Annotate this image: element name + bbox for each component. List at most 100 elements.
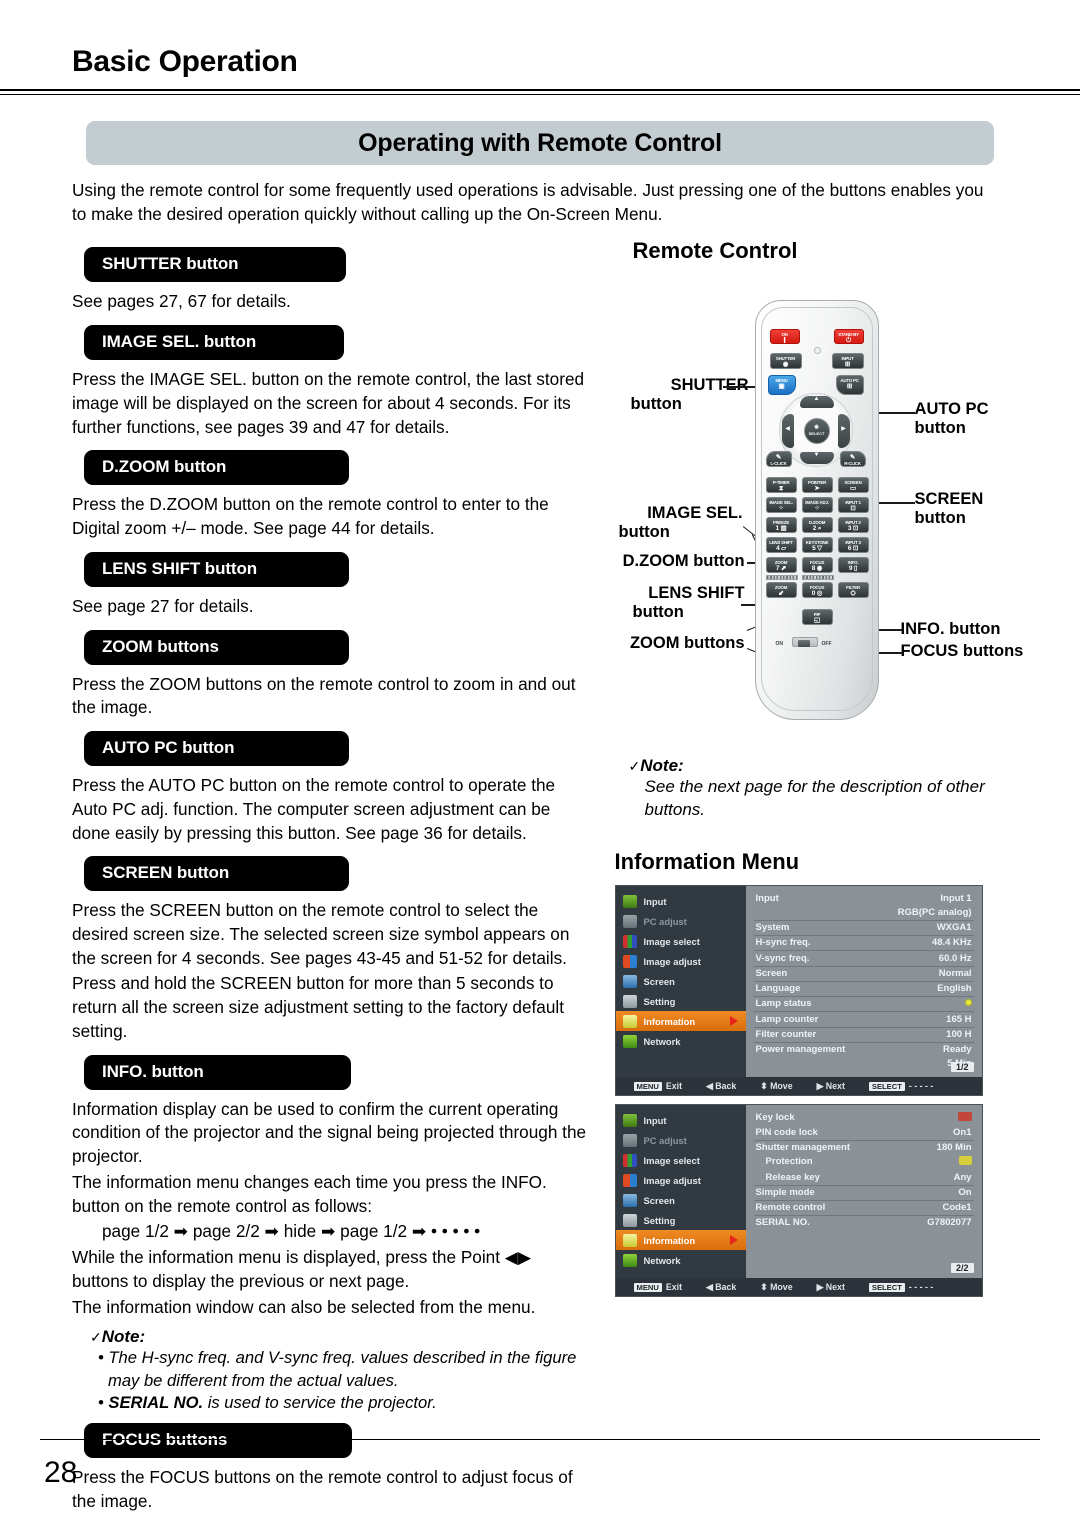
osd-menu-network[interactable]: Network xyxy=(616,1250,746,1270)
osd-foot-next[interactable]: ▶ Next xyxy=(817,1282,845,1293)
right-note-block: ✓Note: See the next page for the descrip… xyxy=(629,756,1040,821)
remote-key-l-click[interactable]: ✎ L-CLICK xyxy=(765,451,792,468)
remote-key-zoom-up[interactable]: ZOOM 7 ⬈ xyxy=(765,557,797,574)
remote-key-on[interactable]: ON ❙ xyxy=(769,329,800,345)
remote-key-image-sel[interactable]: IMAGE SEL. ⁘ xyxy=(765,497,797,514)
image-adjust-icon xyxy=(622,954,637,968)
osd-menu-information[interactable]: Information xyxy=(615,1230,746,1251)
remote-key-screen[interactable]: SCREEN ▭ xyxy=(837,477,869,494)
osd-menu-setting[interactable]: Setting xyxy=(616,991,746,1011)
osd-foot-select[interactable]: SELECT - - - - - xyxy=(868,1282,933,1292)
information-icon xyxy=(622,1014,637,1028)
remote-key-keystone[interactable]: KEYSTONE 5 ▽ xyxy=(801,537,833,554)
callout-auto-pc: AUTO PC button xyxy=(914,400,989,437)
leader-auto-pc xyxy=(872,412,915,414)
body-columns: SHUTTER button See pages 27, 67 for deta… xyxy=(0,238,1080,1515)
osd-row: Lamp status xyxy=(753,997,974,1013)
osd-menu-pc-adjust[interactable]: PC adjust xyxy=(616,911,746,931)
osd-sidebar-page1: Input PC adjust Image select Image adjus… xyxy=(615,886,746,1078)
remote-key-auto-pc[interactable]: AUTO PC ⊞ xyxy=(835,375,864,396)
remote-key-pip[interactable]: PIP ◱ xyxy=(801,609,833,626)
osd-menu-network[interactable]: Network xyxy=(616,1031,746,1051)
remote-key-standby[interactable]: STAND-BY ⏻ xyxy=(833,329,864,345)
osd-menu-image-select[interactable]: Image select xyxy=(616,931,746,951)
osd-foot-select[interactable]: SELECT - - - - - xyxy=(868,1081,933,1091)
menu-key-icon: MENU xyxy=(633,1081,662,1091)
callout-focus: FOCUS buttons xyxy=(900,642,1024,661)
osd-row: 5 Min xyxy=(947,1058,971,1070)
osd-row: Shutter management 180 Min xyxy=(755,1142,972,1154)
left-note-block: ✓Note: • The H-sync freq. and V-sync fre… xyxy=(90,1327,587,1414)
slider-label-on: ON xyxy=(775,641,784,648)
text-screen-2: Press and hold the SCREEN button for mor… xyxy=(72,973,565,1041)
osd-row: System WXGA1 xyxy=(753,921,974,937)
select-key-icon: SELECT xyxy=(868,1282,905,1292)
dpad-left[interactable]: ◀ xyxy=(781,414,794,449)
osd-footer-page1: MENU Exit ◀ Back ⬍ Move ▶ Next SELECT - - … xyxy=(615,1077,982,1096)
osd-foot-back[interactable]: ◀ Back xyxy=(706,1282,736,1293)
osd-menu-setting[interactable]: Setting xyxy=(616,1210,746,1230)
remote-key-filter[interactable]: FILTER ⛭ xyxy=(837,582,869,599)
osd-menu-image-adjust[interactable]: Image adjust xyxy=(616,951,746,971)
osd-main-page1: Input PC adjust Image select Image adjus… xyxy=(615,886,982,1078)
remote-control-figure: SHUTTER button IMAGE SEL. button D.ZOOM … xyxy=(615,282,1040,752)
remote-key-lens-shift[interactable]: LENS SHIFT 4 ▱ xyxy=(765,537,797,554)
heading-auto-pc-button: AUTO PC button xyxy=(84,731,349,767)
osd-foot-exit[interactable]: MENU Exit xyxy=(633,1081,682,1091)
zoom-rocker-grip[interactable] xyxy=(765,575,798,581)
remote-key-focus-dn[interactable]: FOCUS 0 ◎ xyxy=(801,582,833,599)
remote-key-dzoom[interactable]: D.ZOOM 2 ⌕ xyxy=(801,517,833,534)
dpad-right[interactable]: ▶ xyxy=(837,414,850,449)
osd-row: Filter counter 100 H xyxy=(753,1028,974,1043)
callout-shutter: SHUTTER button xyxy=(630,376,749,413)
osd-screenshot-page2: Input PC adjust Image select Image adjus… xyxy=(614,1104,983,1298)
osd-foot-move[interactable]: ⬍ Move xyxy=(760,1081,792,1092)
focus-rocker-grip[interactable] xyxy=(801,575,834,581)
osd-menu-input[interactable]: Input xyxy=(616,891,746,911)
osd-foot-exit[interactable]: MENU Exit xyxy=(633,1282,682,1292)
page-header: Basic Operation xyxy=(0,0,1080,79)
remote-key-focus-up[interactable]: FOCUS 8 ◉ xyxy=(801,557,833,574)
remote-key-info[interactable]: INFO. 9 ▯ xyxy=(837,557,869,574)
remote-key-input3[interactable]: INPUT 36 ⊡ xyxy=(837,537,869,554)
remote-key-input2[interactable]: INPUT 23 ⊡ xyxy=(837,517,869,534)
remote-key-zoom-dn[interactable]: ZOOM ⬋ xyxy=(765,582,797,599)
remote-key-input1[interactable]: INPUT 1 ⊡ xyxy=(837,497,869,514)
osd-foot-next[interactable]: ▶ Next xyxy=(817,1081,845,1092)
text-dzoom: Press the D.ZOOM button on the remote co… xyxy=(72,494,549,539)
osd-menu-pc-adjust[interactable]: PC adjust xyxy=(616,1130,746,1150)
left-note-item-1-text: The H-sync freq. and V-sync freq. values… xyxy=(108,1348,577,1390)
remote-key-p-timer[interactable]: P-TIMER ⧗ xyxy=(765,477,797,494)
remote-key-input[interactable]: INPUT ⊞ xyxy=(831,353,864,370)
text-lens-shift: See page 27 for details. xyxy=(72,595,254,616)
remote-key-select[interactable]: ◉ SELECT xyxy=(803,418,830,445)
remote-key-freeze[interactable]: FREEZE 1 ▥ xyxy=(765,517,797,534)
osd-row: Simple mode On xyxy=(753,1186,974,1201)
right-note-title-text: Note: xyxy=(640,756,684,776)
section-title: Basic Operation xyxy=(72,45,298,78)
osd-menu-screen[interactable]: Screen xyxy=(616,1190,746,1210)
power-slider-knob[interactable] xyxy=(797,639,810,647)
power-slider[interactable] xyxy=(791,637,818,648)
slider-label-off: OFF xyxy=(821,641,832,648)
remote-key-image-adj[interactable]: IMAGE ADJ. ⁘ xyxy=(801,497,833,514)
remote-key-r-click[interactable]: ✎ R-CLICK xyxy=(839,451,866,468)
page-title: Operating with Remote Control xyxy=(358,128,722,157)
dpad-down[interactable]: ▼ xyxy=(799,452,834,465)
osd-menu-image-adjust[interactable]: Image adjust xyxy=(616,1170,746,1190)
remote-key-shutter[interactable]: SHUTTER ◉ xyxy=(769,353,802,370)
callout-lens-shift: LENS SHIFT button xyxy=(632,584,745,621)
osd-menu-input[interactable]: Input xyxy=(616,1110,746,1130)
osd-menu-information[interactable]: Information xyxy=(615,1011,746,1032)
osd-foot-back[interactable]: ◀ Back xyxy=(706,1081,736,1092)
dpad-up[interactable]: ▲ xyxy=(799,396,834,409)
left-note-item-1: • The H-sync freq. and V-sync freq. valu… xyxy=(98,1348,577,1390)
right-note-title: ✓Note: xyxy=(629,756,1040,776)
osd-menu-image-select[interactable]: Image select xyxy=(616,1150,746,1170)
remote-key-pointer[interactable]: POINTER ➤ xyxy=(801,477,833,494)
remote-key-menu[interactable]: MENU ▣ xyxy=(767,375,796,396)
image-select-icon xyxy=(622,1153,637,1167)
osd-foot-move[interactable]: ⬍ Move xyxy=(760,1282,792,1293)
network-icon xyxy=(622,1253,637,1267)
osd-menu-screen[interactable]: Screen xyxy=(616,971,746,991)
